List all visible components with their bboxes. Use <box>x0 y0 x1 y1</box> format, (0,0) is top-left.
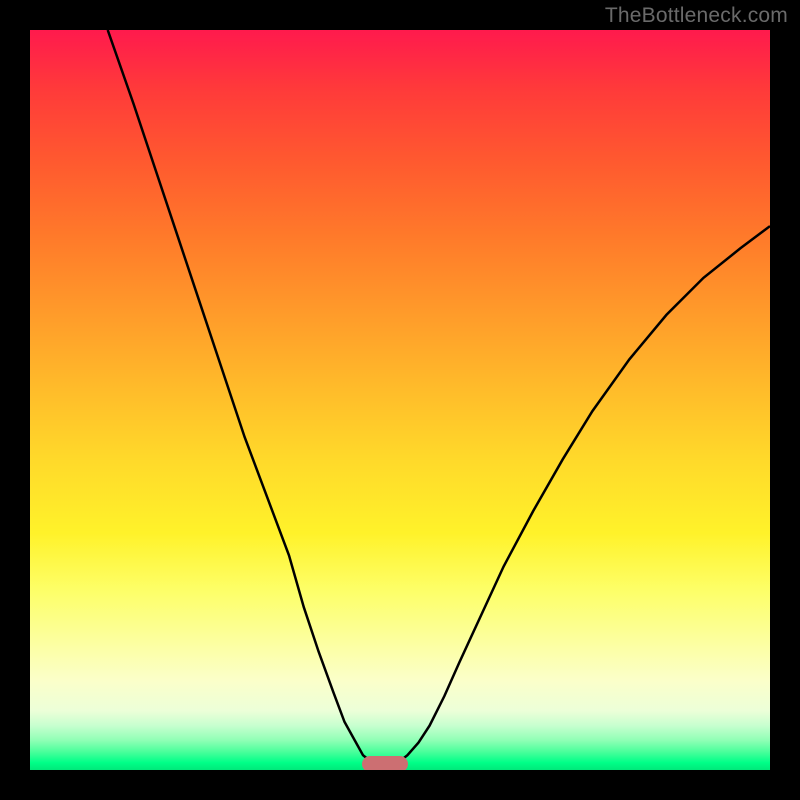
chart-frame: TheBottleneck.com <box>0 0 800 800</box>
watermark-text: TheBottleneck.com <box>605 4 788 28</box>
bottleneck-marker <box>362 756 408 770</box>
plot-area <box>30 30 770 770</box>
curve-layer <box>30 30 770 770</box>
right-curve <box>400 226 770 761</box>
left-curve <box>108 30 371 761</box>
